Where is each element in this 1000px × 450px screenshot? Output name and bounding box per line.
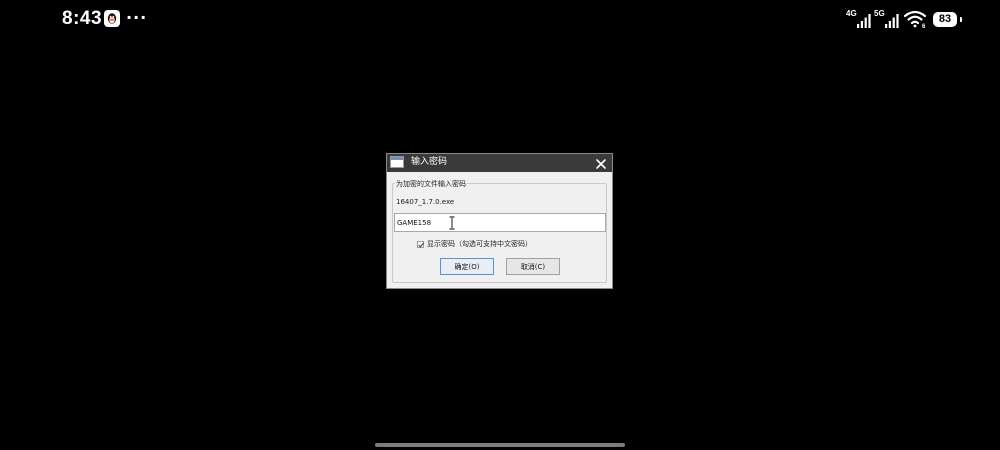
- wifi-icon: 6: [903, 10, 928, 30]
- text-cursor-icon: [448, 215, 456, 230]
- show-password-row[interactable]: 显示密码（勾选可支持中文密码）: [417, 240, 532, 248]
- ok-button[interactable]: 确定(O): [440, 258, 494, 275]
- gesture-nav-bar[interactable]: [375, 443, 625, 447]
- show-password-label: 显示密码（勾选可支持中文密码）: [427, 240, 532, 248]
- ok-button-label: 确定(O): [454, 262, 480, 271]
- signal-group-2: 5G: [874, 9, 900, 28]
- signal-group-1: 4G: [846, 9, 872, 28]
- close-icon: [596, 159, 606, 169]
- svg-text:6: 6: [922, 24, 926, 28]
- group-label: 为加密的文件输入密码: [395, 180, 467, 188]
- show-password-checkbox[interactable]: [417, 240, 425, 248]
- signal-icon: [885, 14, 899, 28]
- app-window-icon: [390, 156, 404, 168]
- dialog-title: 输入密码: [411, 157, 448, 167]
- password-input[interactable]: [394, 213, 606, 232]
- battery-tip: [960, 16, 962, 22]
- status-icons: 4G 5G 6 83: [846, 9, 962, 30]
- battery-icon: 83: [933, 11, 957, 27]
- password-dialog: 输入密码 为加密的文件输入密码 16407_1.7.0.exe 显示: [386, 153, 613, 289]
- status-time: 8:43: [62, 8, 103, 29]
- cancel-button[interactable]: 取消(C): [506, 258, 560, 275]
- close-button[interactable]: [594, 156, 608, 170]
- network-type-1: 4G: [846, 9, 857, 18]
- more-icon: ···: [126, 8, 148, 27]
- battery-level: 83: [938, 13, 952, 25]
- file-name: 16407_1.7.0.exe: [396, 198, 455, 206]
- cancel-button-label: 取消(C): [520, 262, 546, 271]
- network-type-2: 5G: [874, 9, 885, 18]
- phone-screen: 8:43 ··· 4G 5G 6 83 输入密码 为加密的文件输入密码 1640…: [0, 0, 1000, 450]
- signal-icon: [857, 14, 871, 28]
- dialog-titlebar[interactable]: 输入密码: [387, 154, 612, 172]
- checkmark-icon: [418, 242, 425, 248]
- qq-icon: [104, 10, 120, 27]
